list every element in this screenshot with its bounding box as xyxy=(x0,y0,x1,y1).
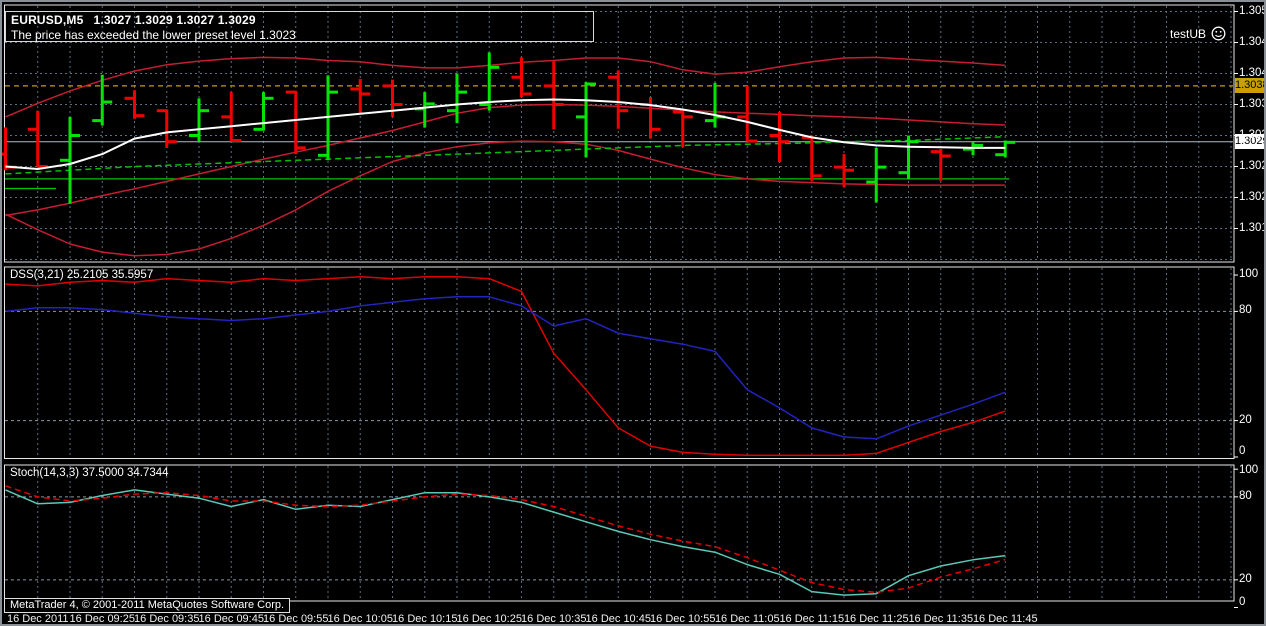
price-axis-label: 1.3030 xyxy=(1239,129,1266,141)
dss-scale-label: 80 xyxy=(1239,304,1252,316)
price-axis-label: 1.3035 xyxy=(1239,98,1266,110)
dss-scale-label: 0 xyxy=(1239,445,1245,457)
symbol-ohlc-readout: EURUSD,M5 1.3027 1.3029 1.3027 1.3029 xyxy=(11,13,593,27)
panel-frame xyxy=(5,5,1235,262)
ohlc-bars[interactable] xyxy=(2,52,1015,203)
stoch-signal-red xyxy=(6,486,1006,593)
panel-frame xyxy=(5,465,1235,601)
dss-main-blue xyxy=(6,297,1006,439)
price-axis-label: 1.3050 xyxy=(1239,5,1266,17)
alert-price-tag: 1.3038 xyxy=(1235,78,1266,93)
branding-badge: MetaTrader 4, © 2001-2011 MetaQuotes Sof… xyxy=(4,598,290,613)
dss-indicator-label: DSS(3,21) 25.2105 35.5957 xyxy=(10,269,153,281)
band-upper xyxy=(6,57,1006,117)
time-axis-label: 16 Dec 11:45 xyxy=(960,613,1050,625)
price-axis-label: 1.3015 xyxy=(1239,222,1266,234)
quote-alert-box: EURUSD,M5 1.3027 1.3029 1.3027 1.3029 The… xyxy=(5,11,594,42)
alert-message: The price has exceeded the lower preset … xyxy=(11,28,593,42)
price-axis-label: 1.3020 xyxy=(1239,191,1266,203)
dss-signal-red xyxy=(6,277,1006,455)
price-axis-label: 1.3040 xyxy=(1239,67,1266,79)
ohlc-values: 1.3027 1.3029 1.3027 1.3029 xyxy=(93,13,255,27)
band-middle xyxy=(6,105,1006,216)
stoch-scale-label: 80 xyxy=(1239,490,1252,502)
symbol-period: EURUSD,M5 xyxy=(11,13,83,27)
chart-canvas[interactable] xyxy=(2,2,1264,624)
stoch-indicator-label: Stoch(14,3,3) 37.5000 34.7344 xyxy=(10,467,169,479)
stoch-scale-label: 100 xyxy=(1239,464,1258,476)
ma-white xyxy=(6,100,1006,170)
dss-scale-label: 100 xyxy=(1239,268,1258,280)
panel-frame xyxy=(5,267,1235,459)
mt4-chart-window: EURUSD,M5 1.3027 1.3029 1.3027 1.3029 The… xyxy=(0,0,1266,626)
stoch-main-teal xyxy=(6,490,1006,595)
stoch-scale-label: 0 xyxy=(1239,596,1245,608)
dss-scale-label: 20 xyxy=(1239,414,1252,426)
stoch-scale-label: 20 xyxy=(1239,573,1252,585)
band-lower xyxy=(6,141,1006,256)
smiley-icon xyxy=(1211,26,1226,41)
ea-badge: testUB xyxy=(1170,26,1226,41)
price-axis-label: 1.3045 xyxy=(1239,36,1266,48)
ea-name: testUB xyxy=(1170,27,1206,41)
price-axis-label: 1.3025 xyxy=(1239,160,1266,172)
